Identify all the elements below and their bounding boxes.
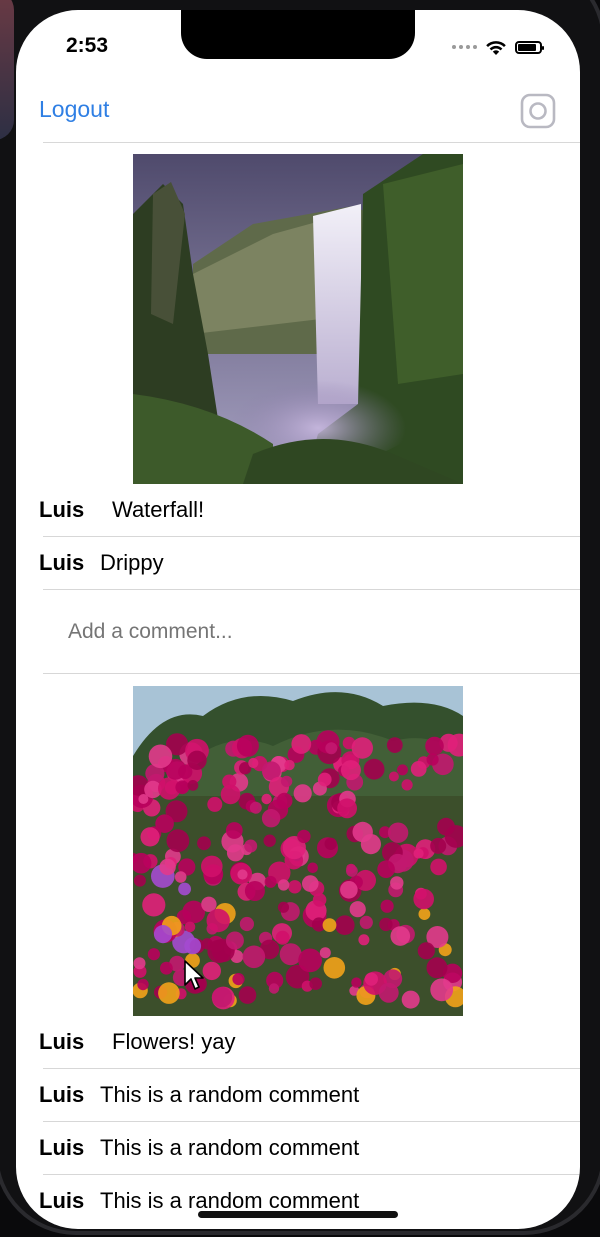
comment-username[interactable]: Luis (39, 1188, 84, 1214)
comment-row: Luis This is a random comment (16, 1122, 580, 1175)
comment-username[interactable]: Luis (39, 1135, 84, 1161)
wifi-icon (486, 40, 506, 55)
comment-text: This is a random comment (100, 1135, 360, 1160)
comment-text: This is a random comment (100, 1082, 360, 1107)
waterfall-photo (133, 154, 463, 484)
mouse-cursor-icon (184, 960, 204, 990)
comment-username[interactable]: Luis (39, 1082, 84, 1108)
phone-screen: 2:53 Logout Luis Waterfall! Luis Drippy … (16, 10, 580, 1229)
caption-text: Flowers! yay (112, 1029, 236, 1054)
home-indicator (198, 1211, 398, 1218)
status-time: 2:53 (66, 34, 109, 57)
caption-divider (16, 484, 580, 537)
flowers-photo (133, 686, 463, 1016)
comment-username[interactable]: Luis (39, 550, 84, 576)
cellular-signal-icon (452, 45, 477, 49)
status-icons (452, 37, 544, 57)
instagram-camera-icon[interactable] (520, 93, 556, 129)
post-image-flowers[interactable] (133, 686, 463, 1016)
comment-row: Luis This is a random comment (16, 1069, 580, 1122)
comment-text: Drippy (100, 550, 164, 575)
comment-row: Luis Drippy (16, 537, 580, 590)
comment-input[interactable] (68, 620, 528, 644)
navigation-bar: Logout (16, 80, 580, 142)
logout-button[interactable]: Logout (39, 96, 109, 123)
caption-username[interactable]: Luis (39, 1029, 84, 1055)
post-caption-row: Luis Flowers! yay (16, 1016, 580, 1069)
post-image-waterfall[interactable] (133, 154, 463, 484)
battery-icon (515, 40, 544, 54)
comment-row: Luis This is a random comment (16, 1175, 580, 1228)
notch (181, 10, 415, 59)
nav-divider (43, 142, 580, 143)
add-comment-row (16, 590, 580, 674)
